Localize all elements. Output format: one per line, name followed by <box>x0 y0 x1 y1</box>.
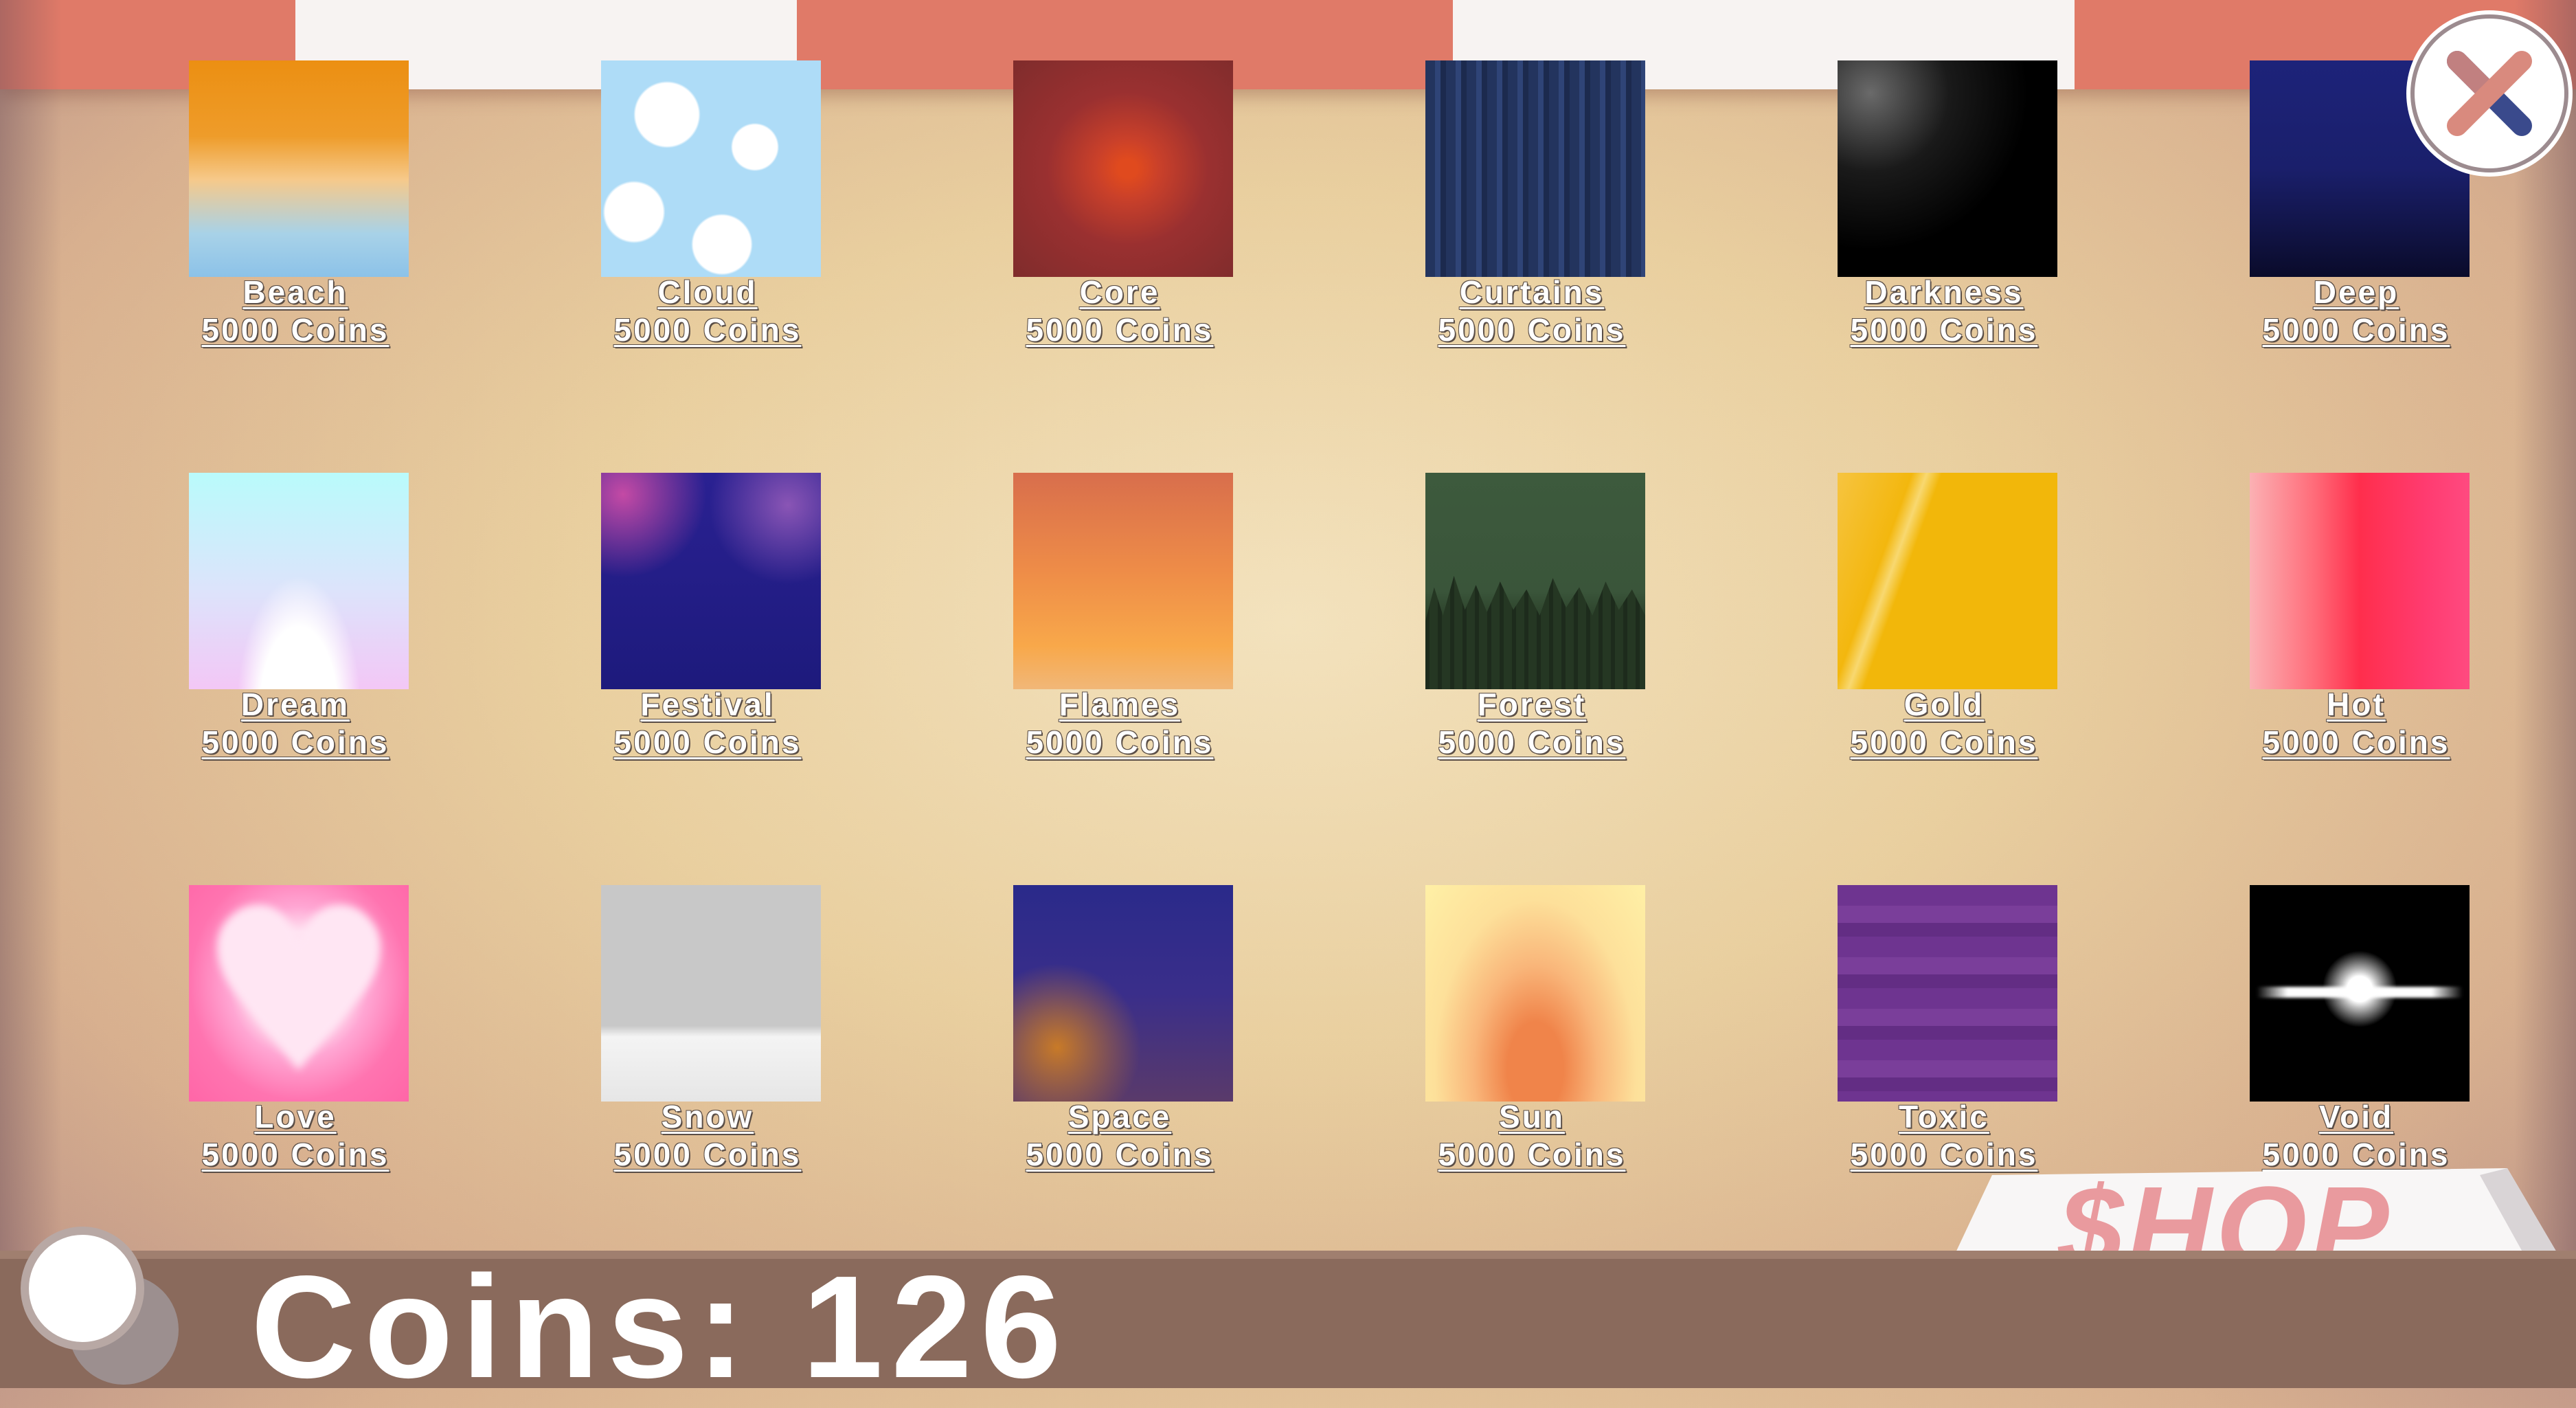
item-price: 5000 Coins <box>2262 724 2450 760</box>
close-x-icon <box>2447 51 2532 136</box>
item-price: 5000 Coins <box>1438 312 1626 348</box>
item-price: 5000 Coins <box>1438 724 1626 760</box>
item-name: Darkness <box>1864 274 2024 310</box>
item-thumbnail <box>2250 473 2470 689</box>
close-button[interactable] <box>2415 19 2564 168</box>
item-name: Toxic <box>1899 1099 1989 1135</box>
item-name: Void <box>2318 1099 2394 1135</box>
item-thumbnail <box>1013 885 1233 1102</box>
item-thumbnail <box>601 885 821 1102</box>
item-name: Dream <box>240 686 350 722</box>
item-price: 5000 Coins <box>201 1137 389 1172</box>
item-name: Sun <box>1499 1099 1565 1135</box>
shop-item-darkness[interactable]: Darkness 5000 Coins <box>1796 60 2092 377</box>
item-price: 5000 Coins <box>1850 724 2038 760</box>
shop-item-hot[interactable]: Hot 5000 Coins <box>2208 473 2504 789</box>
item-name: Curtains <box>1459 274 1605 310</box>
item-price: 5000 Coins <box>1026 1137 1214 1172</box>
item-thumbnail <box>189 473 409 689</box>
item-name: Cloud <box>657 274 758 310</box>
shop-item-flames[interactable]: Flames 5000 Coins <box>972 473 1267 789</box>
item-thumbnail <box>1425 60 1645 277</box>
item-price: 5000 Coins <box>1438 1137 1626 1172</box>
shop-item-sun[interactable]: Sun 5000 Coins <box>1384 885 1680 1201</box>
item-thumbnail <box>1425 885 1645 1102</box>
shop-item-gold[interactable]: Gold 5000 Coins <box>1796 473 2092 789</box>
shop-item-space[interactable]: Space 5000 Coins <box>972 885 1267 1201</box>
item-price: 5000 Coins <box>201 724 389 760</box>
shop-item-beach[interactable]: Beach 5000 Coins <box>148 60 443 377</box>
item-price: 5000 Coins <box>1026 724 1214 760</box>
background-grid: Beach 5000 Coins Cloud 5000 Coins Core 5000 C… <box>0 0 2576 1209</box>
shop-item-festival[interactable]: Festival 5000 Coins <box>560 473 855 789</box>
item-thumbnail <box>1838 60 2057 277</box>
item-thumbnail <box>1013 473 1233 689</box>
item-name: Snow <box>661 1099 754 1135</box>
shop-item-dream[interactable]: Dream 5000 Coins <box>148 473 443 789</box>
shop-item-love[interactable]: ♥ Love 5000 Coins <box>148 885 443 1201</box>
item-thumbnail <box>1838 885 2057 1102</box>
item-name: Festival <box>640 686 775 722</box>
heart-shape: ♥ <box>197 885 400 1102</box>
shop-item-forest[interactable]: Forest 5000 Coins <box>1384 473 1680 789</box>
tree-line <box>1425 576 1645 689</box>
shop-item-void[interactable]: Void 5000 Coins <box>2208 885 2504 1201</box>
item-price: 5000 Coins <box>613 312 802 348</box>
item-name: Forest <box>1477 686 1587 722</box>
item-name: Beach <box>242 274 348 310</box>
item-price: 5000 Coins <box>1850 312 2038 348</box>
shop-item-cloud[interactable]: Cloud 5000 Coins <box>560 60 855 377</box>
item-price: 5000 Coins <box>201 312 389 348</box>
shop-item-toxic[interactable]: Toxic 5000 Coins <box>1796 885 2092 1201</box>
item-price: 5000 Coins <box>613 1137 802 1172</box>
coins-counter: Coins: 126 <box>251 1245 1070 1408</box>
item-name: Core <box>1079 274 1160 310</box>
shop-item-curtains[interactable]: Curtains 5000 Coins <box>1384 60 1680 377</box>
item-thumbnail <box>189 60 409 277</box>
shop-item-core[interactable]: Core 5000 Coins <box>972 60 1267 377</box>
void-beam <box>2257 987 2463 998</box>
item-name: Gold <box>1903 686 1985 722</box>
item-price: 5000 Coins <box>2262 312 2450 348</box>
item-name: Space <box>1067 1099 1172 1135</box>
item-thumbnail: ♥ <box>189 885 409 1102</box>
item-thumbnail <box>1425 473 1645 689</box>
item-thumbnail <box>2250 885 2470 1102</box>
shop-item-snow[interactable]: Snow 5000 Coins <box>560 885 855 1201</box>
item-thumbnail <box>1013 60 1233 277</box>
item-thumbnail <box>1838 473 2057 689</box>
item-price: 5000 Coins <box>1026 312 1214 348</box>
item-name: Hot <box>2327 686 2386 722</box>
item-thumbnail <box>601 473 821 689</box>
item-name: Love <box>254 1099 337 1135</box>
item-name: Deep <box>2313 274 2399 310</box>
item-price: 5000 Coins <box>613 724 802 760</box>
coin-icon[interactable] <box>21 1227 144 1350</box>
item-name: Flames <box>1059 686 1181 722</box>
item-thumbnail <box>601 60 821 277</box>
